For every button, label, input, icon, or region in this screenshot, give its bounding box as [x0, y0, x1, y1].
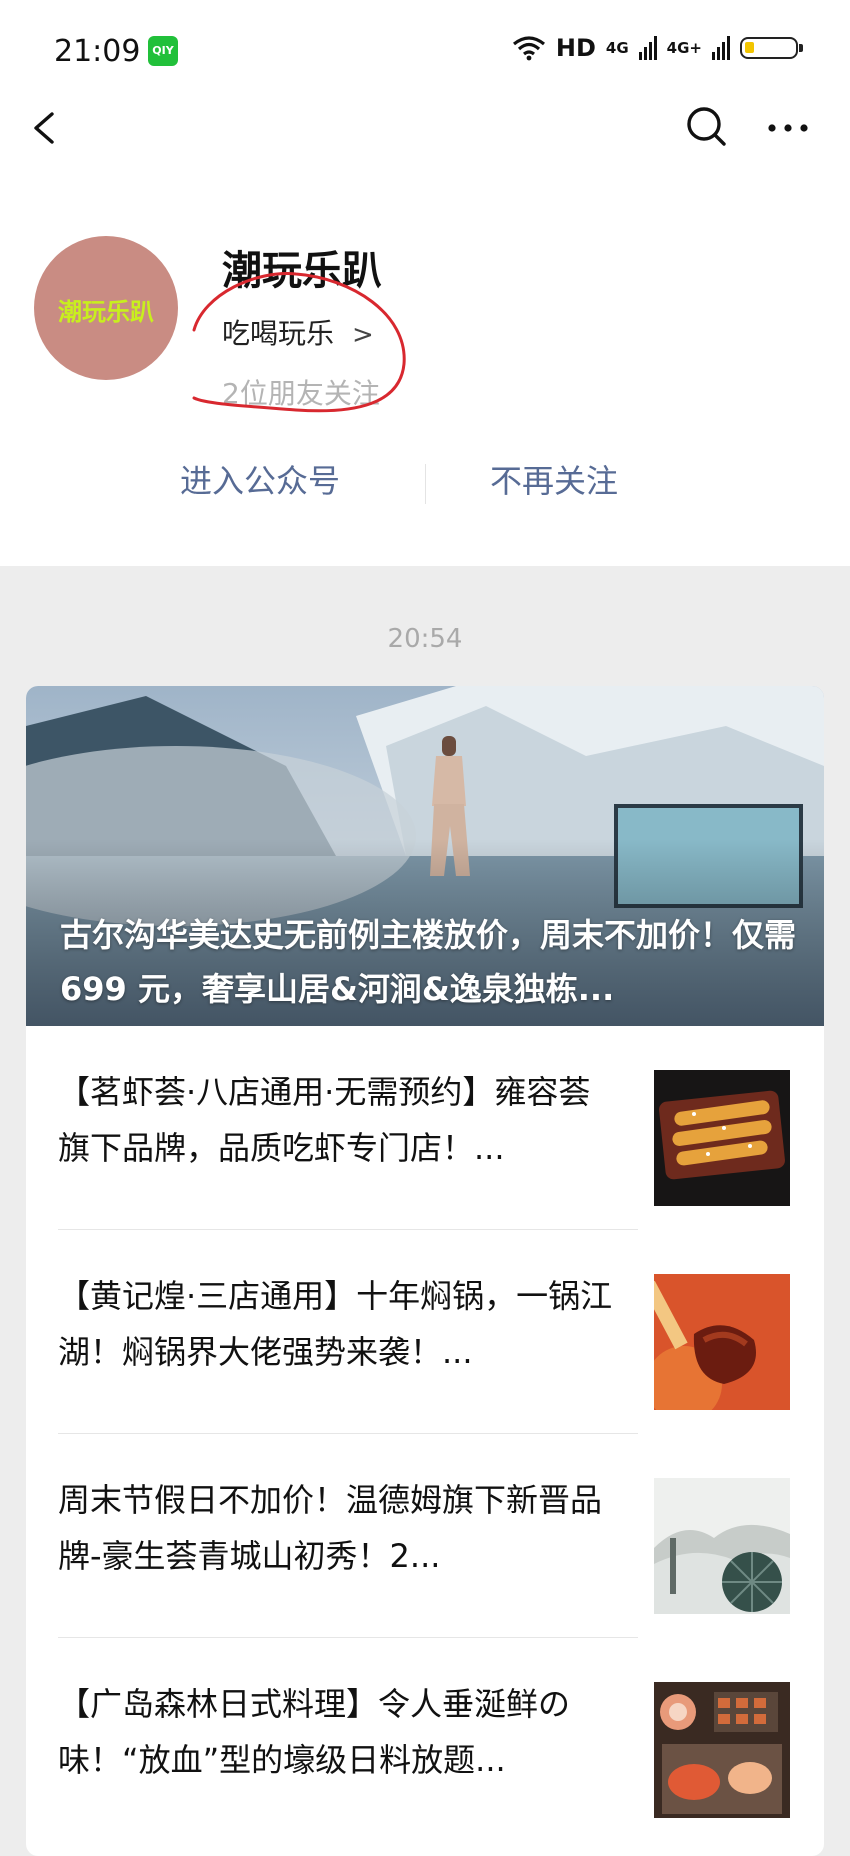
nav-bar — [0, 100, 850, 210]
hd-label: HD — [555, 34, 596, 62]
article-item[interactable]: 【黄记煌·三店通用】十年焖锅，一锅江湖！焖锅界大佬强势来袭！... — [26, 1230, 824, 1434]
article-thumbnail — [654, 1682, 790, 1818]
avatar[interactable]: 潮玩乐趴 — [34, 236, 178, 380]
article-item[interactable]: 【茗虾荟·八店通用·无需预约】雍容荟旗下品牌，品质吃虾专门店！... — [26, 1026, 824, 1230]
more-dots-icon — [768, 124, 808, 132]
search-button[interactable] — [680, 100, 736, 180]
article-title: 【黄记煌·三店通用】十年焖锅，一锅江湖！焖锅界大佬强势来袭！... — [58, 1277, 613, 1371]
status-time: 21:09 — [54, 34, 141, 69]
hero-article[interactable]: 古尔沟华美达史无前例主楼放价，周末不加价！仅需 699 元，奢享山居&河涧&逸泉… — [26, 686, 824, 1026]
search-icon — [687, 107, 726, 146]
friends-following[interactable]: 2位朋友关注 — [222, 372, 380, 412]
account-category-label: 吃喝玩乐 — [222, 317, 335, 350]
hero-article-title: 古尔沟华美达史无前例主楼放价，周末不加价！仅需 699 元，奢享山居&河涧&逸泉… — [60, 916, 797, 1008]
enter-account-button[interactable]: 进入公众号 — [180, 456, 340, 502]
article-card: 古尔沟华美达史无前例主楼放价，周末不加价！仅需 699 元，奢享山居&河涧&逸泉… — [26, 686, 824, 1856]
article-thumbnail — [654, 1070, 790, 1206]
signal-bars-icon — [638, 36, 657, 60]
account-name: 潮玩乐趴 — [222, 248, 382, 294]
account-actions: 进入公众号 不再关注 — [0, 456, 850, 516]
chevron-right-icon: > — [352, 320, 374, 350]
article-title: 【广岛森林日式料理】令人垂涎鲜の味！“放血”型的壕级日料放题... — [58, 1685, 571, 1779]
signal-label-2: 4G+ — [666, 39, 702, 57]
account-profile: 潮玩乐趴 潮玩乐趴 吃喝玩乐 > 2位朋友关注 — [0, 220, 850, 420]
battery-icon — [740, 37, 803, 59]
article-item[interactable]: 周末节假日不加价！温德姆旗下新晋品牌-豪生荟青城山初秀！2... — [26, 1434, 824, 1638]
more-button[interactable] — [760, 100, 820, 180]
avatar-logo-text: 潮玩乐趴 — [58, 297, 154, 326]
back-button[interactable] — [24, 100, 84, 180]
chevron-left-icon — [34, 112, 54, 144]
divider — [425, 464, 426, 504]
message-timestamp: 20:54 — [387, 624, 463, 654]
signal-bars-icon — [712, 36, 730, 60]
system-icons: HD 4G 4G+ — [512, 34, 803, 62]
article-title: 周末节假日不加价！温德姆旗下新晋品牌-豪生荟青城山初秀！2... — [58, 1481, 603, 1575]
signal-label-1: 4G — [605, 39, 629, 57]
article-thumbnail — [654, 1478, 790, 1614]
unfollow-button[interactable]: 不再关注 — [490, 456, 618, 502]
status-bar: 21:09 QIY HD 4G 4G+ — [0, 0, 850, 100]
article-title: 【茗虾荟·八店通用·无需预约】雍容荟旗下品牌，品质吃虾专门店！... — [58, 1073, 591, 1167]
account-category[interactable]: 吃喝玩乐 > — [222, 312, 374, 352]
iqiyi-app-icon: QIY — [148, 36, 178, 66]
wifi-icon — [512, 36, 545, 61]
account-header: 21:09 QIY HD 4G 4G+ 潮玩乐趴 潮玩乐趴 吃喝玩乐 > 2位朋… — [0, 0, 850, 566]
article-thumbnail — [654, 1274, 790, 1410]
article-item[interactable]: 【广岛森林日式料理】令人垂涎鲜の味！“放血”型的壕级日料放题... — [26, 1638, 824, 1842]
